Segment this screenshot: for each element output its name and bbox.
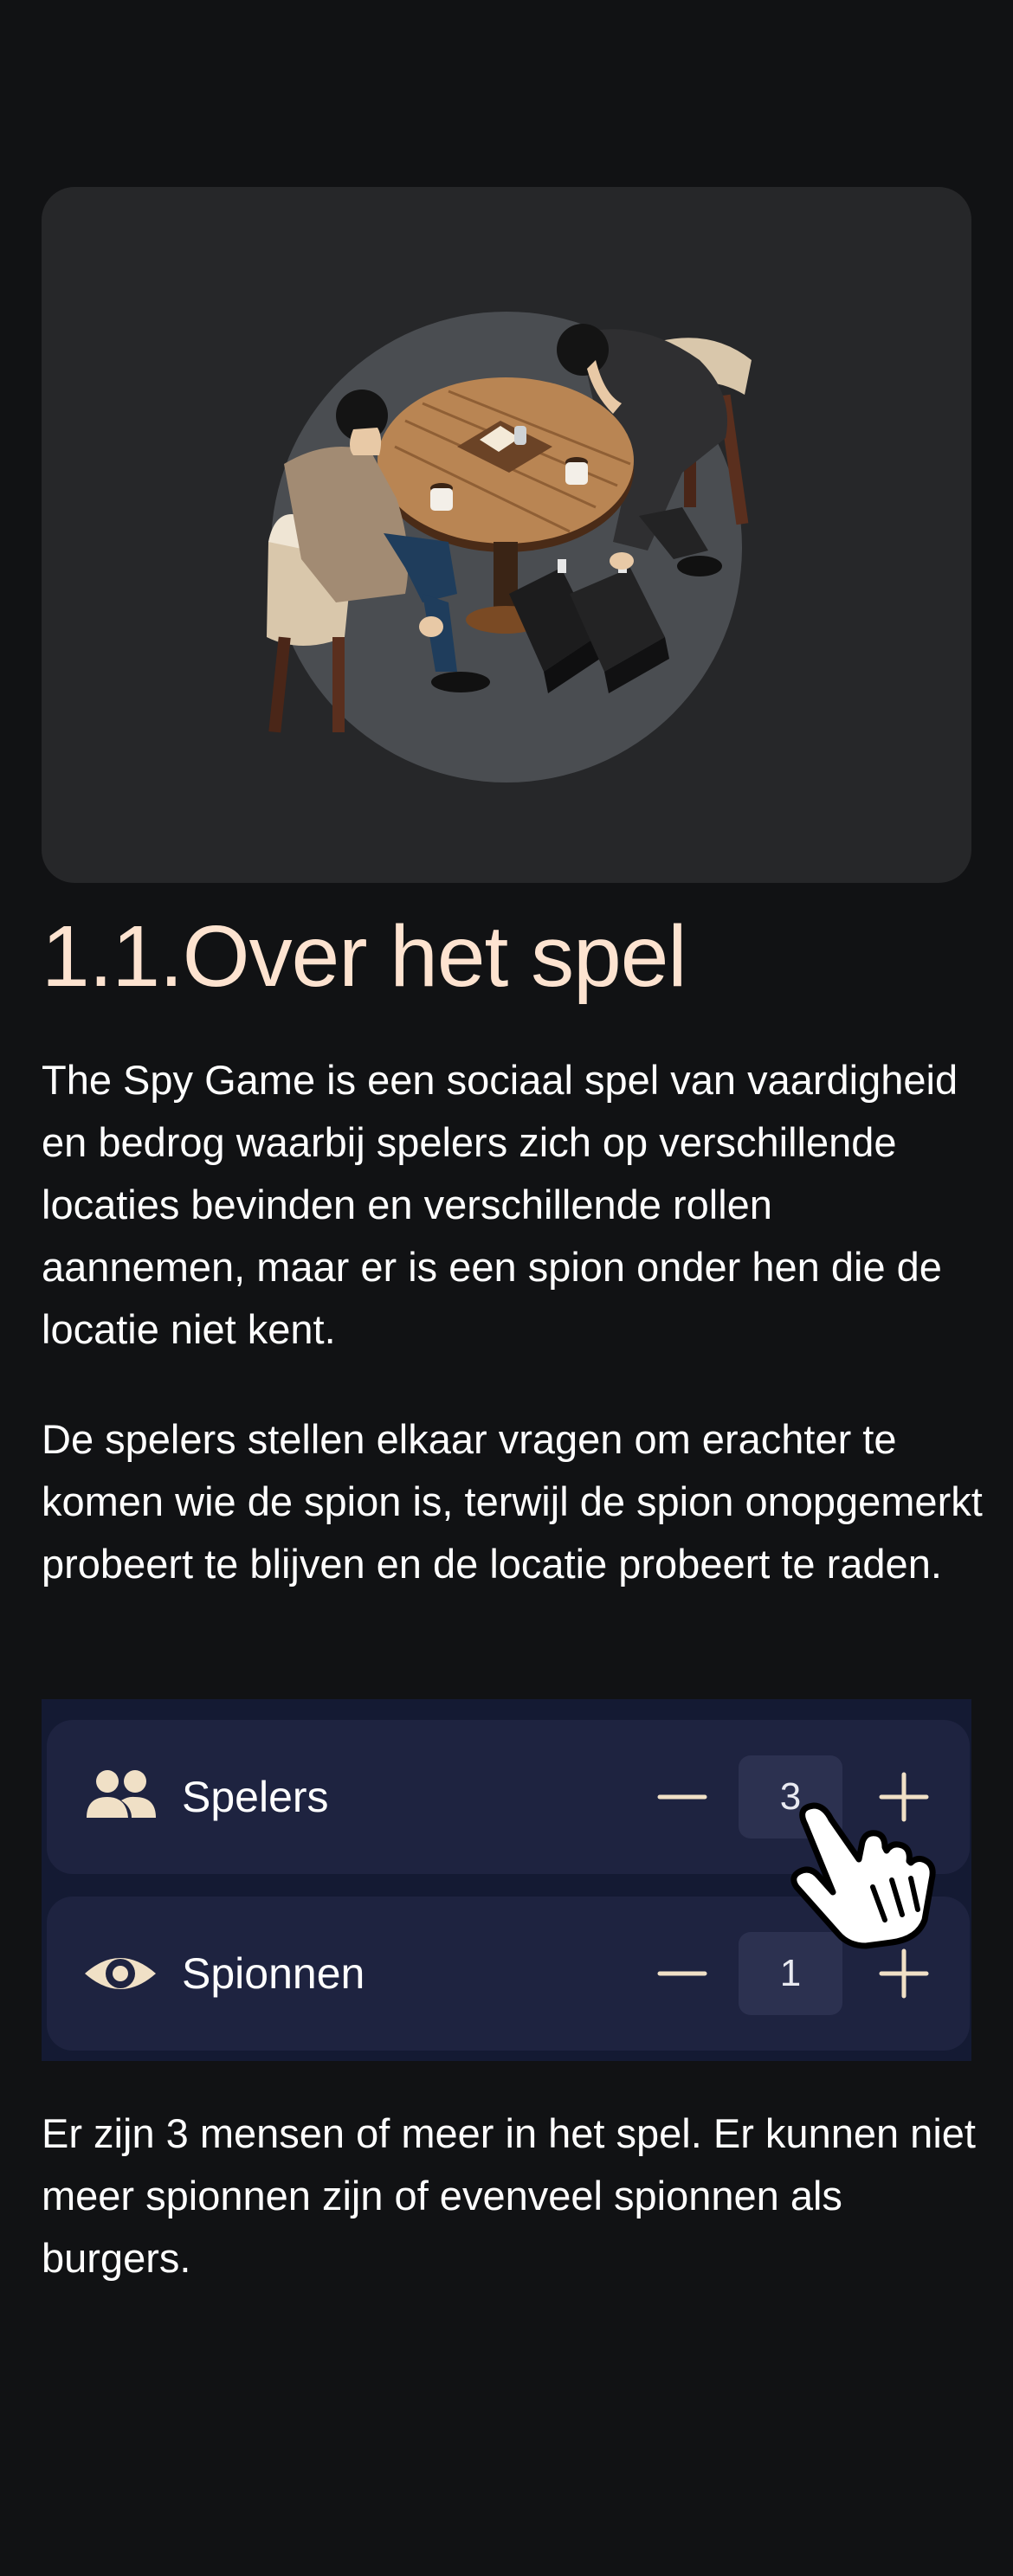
spies-count: 1 bbox=[739, 1932, 842, 2015]
page-title: 1.1.Over het spel bbox=[42, 908, 687, 1005]
minus-icon bbox=[657, 1971, 707, 1976]
spies-label: Spionnen bbox=[182, 1949, 365, 1998]
players-count: 3 bbox=[739, 1755, 842, 1839]
players-increase-button[interactable] bbox=[869, 1762, 939, 1832]
eye-icon bbox=[83, 1939, 158, 2008]
players-decrease-button[interactable] bbox=[648, 1762, 717, 1832]
hero-illustration bbox=[42, 187, 971, 883]
about-paragraph-1: The Spy Game is een sociaal spel van vaa… bbox=[42, 1057, 958, 1352]
spies-increase-button[interactable] bbox=[869, 1939, 939, 2008]
spies-decrease-button[interactable] bbox=[648, 1939, 717, 2008]
spies-setting-row: Spionnen 1 bbox=[47, 1897, 970, 2051]
players-label: Spelers bbox=[182, 1773, 329, 1821]
people-icon bbox=[83, 1762, 158, 1832]
cafe-spies-illustration bbox=[267, 312, 752, 782]
plus-icon bbox=[879, 1948, 929, 1999]
game-settings-panel: Spelers 3 Spionnen 1 bbox=[42, 1699, 971, 2061]
rules-note: Er zijn 3 mensen of meer in het spel. Er… bbox=[42, 2110, 976, 2281]
plus-icon bbox=[879, 1772, 929, 1822]
about-paragraph-2: De spelers stellen elkaar vragen om erac… bbox=[42, 1416, 983, 1587]
players-setting-row: Spelers 3 bbox=[47, 1720, 970, 1874]
minus-icon bbox=[657, 1794, 707, 1800]
